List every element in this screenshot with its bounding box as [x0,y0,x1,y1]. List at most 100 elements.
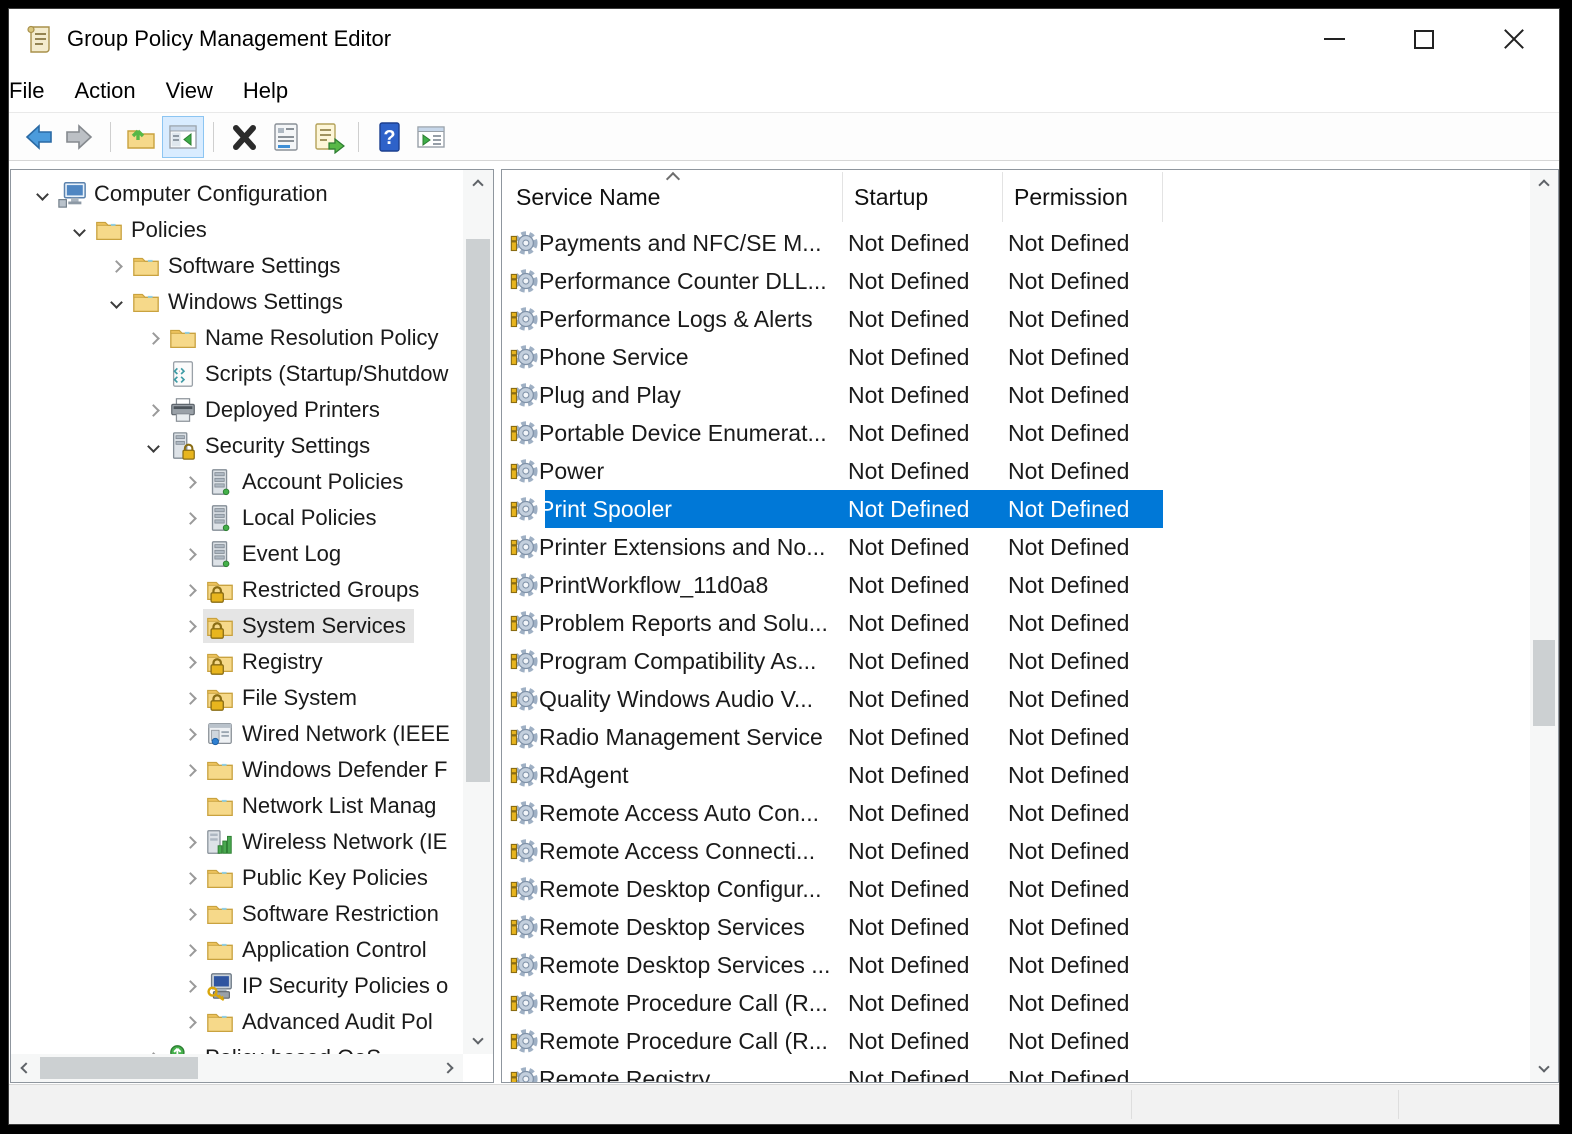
tree-item[interactable]: Computer Configuration [11,176,463,212]
tree-item[interactable]: System Services [11,608,463,644]
menu-item[interactable]: Action [74,78,135,104]
service-row[interactable]: Portable Device Enumerat... Not Defined … [502,414,1530,452]
show-console-tree-button[interactable] [162,115,204,158]
menu-item[interactable]: File [9,78,44,104]
tree-expander-icon[interactable] [140,439,166,453]
service-row[interactable]: Remote Desktop Configur... Not Defined N… [502,870,1530,908]
tree-item[interactable]: Windows Settings [11,284,463,320]
tree-expander-icon[interactable] [177,655,203,669]
column-divider[interactable] [842,172,843,222]
new-window-button[interactable] [410,116,452,158]
service-row[interactable]: Remote Procedure Call (R... Not Defined … [502,1022,1530,1060]
tree-vscroll-thumb[interactable] [466,239,490,782]
service-row[interactable]: Problem Reports and Solu... Not Defined … [502,604,1530,642]
back-button[interactable] [17,116,59,158]
tree-expander-icon[interactable] [177,835,203,849]
service-row[interactable]: Remote Access Connecti... Not Defined No… [502,832,1530,870]
tree-item[interactable]: Software Restriction [11,896,463,932]
tree-item[interactable]: Application Control [11,932,463,968]
minimize-button[interactable] [1289,9,1379,69]
tree-item[interactable]: Account Policies [11,464,463,500]
tree-expander-icon[interactable] [103,259,129,273]
export-list-button[interactable] [307,116,349,158]
tree-item[interactable]: Local Policies [11,500,463,536]
service-row[interactable]: Remote Desktop Services ... Not Defined … [502,946,1530,984]
tree-item[interactable]: Policy-based QoS [11,1040,463,1054]
service-row[interactable]: Plug and Play Not Defined Not Defined [502,376,1530,414]
service-row[interactable]: Remote Registry Not Defined Not Defined [502,1060,1530,1082]
tree-expander-icon[interactable] [177,907,203,921]
tree-expander-icon[interactable] [177,511,203,525]
tree-item[interactable]: Advanced Audit Pol [11,1004,463,1040]
tree-item[interactable]: Wireless Network (IE [11,824,463,860]
service-row[interactable]: Power Not Defined Not Defined [502,452,1530,490]
tree-item[interactable]: Registry [11,644,463,680]
tree-item[interactable]: Wired Network (IEEE [11,716,463,752]
service-row[interactable]: Quality Windows Audio V... Not Defined N… [502,680,1530,718]
delete-button[interactable] [223,116,265,158]
tree-item[interactable]: Name Resolution Policy [11,320,463,356]
service-row[interactable]: Performance Logs & Alerts Not Defined No… [502,300,1530,338]
tree-item[interactable]: Software Settings [11,248,463,284]
service-row[interactable]: Performance Counter DLL... Not Defined N… [502,262,1530,300]
tree-expander-icon[interactable] [177,871,203,885]
column-header-startup[interactable]: Startup [854,184,928,211]
list-vscroll-thumb[interactable] [1533,640,1555,726]
maximize-button[interactable] [1379,9,1469,69]
column-header-permission[interactable]: Permission [1014,184,1128,211]
tree-expander-icon[interactable] [140,403,166,417]
scroll-down-arrow[interactable] [1530,1056,1558,1082]
column-divider[interactable] [1002,172,1003,222]
tree-item[interactable]: Event Log [11,536,463,572]
tree-expander-icon[interactable] [140,331,166,345]
tree-item[interactable]: Network List Manag [11,788,463,824]
tree-expander-icon[interactable] [177,979,203,993]
service-row[interactable]: Printer Extensions and No... Not Defined… [502,528,1530,566]
menu-item[interactable]: Help [243,78,288,104]
tree-expander-icon[interactable] [177,943,203,957]
tree-expander-icon[interactable] [66,223,92,237]
title-bar[interactable]: Group Policy Management Editor [9,9,1559,69]
tree-item[interactable]: Windows Defender F [11,752,463,788]
service-row[interactable]: Program Compatibility As... Not Defined … [502,642,1530,680]
forward-button[interactable] [59,116,101,158]
tree-expander-icon[interactable] [177,475,203,489]
scroll-up-arrow[interactable] [1530,170,1558,196]
scroll-down-arrow[interactable] [463,1028,493,1054]
tree-expander-icon[interactable] [177,619,203,633]
help-button[interactable]: ? [368,116,410,158]
tree-hscroll-thumb[interactable] [40,1057,198,1079]
tree-item[interactable]: Policies [11,212,463,248]
column-divider[interactable] [1162,172,1163,222]
tree-item[interactable]: File System [11,680,463,716]
service-row[interactable]: RdAgent Not Defined Not Defined [502,756,1530,794]
list-vertical-scrollbar[interactable] [1530,170,1558,1082]
tree-expander-icon[interactable] [177,691,203,705]
tree-item[interactable]: Deployed Printers [11,392,463,428]
tree-expander-icon[interactable] [177,1015,203,1029]
service-row[interactable]: Phone Service Not Defined Not Defined [502,338,1530,376]
tree-expander-icon[interactable] [177,763,203,777]
service-row[interactable]: Payments and NFC/SE M... Not Defined Not… [502,224,1530,262]
tree-expander-icon[interactable] [103,295,129,309]
up-one-level-button[interactable] [120,116,162,158]
tree-horizontal-scrollbar[interactable] [11,1054,463,1082]
service-row[interactable]: Print Spooler Not Defined Not Defined [502,490,1530,528]
tree-vertical-scrollbar[interactable] [463,170,493,1054]
service-row[interactable]: Radio Management Service Not Defined Not… [502,718,1530,756]
tree-expander-icon[interactable] [177,583,203,597]
scroll-up-arrow[interactable] [463,170,493,196]
service-row[interactable]: Remote Access Auto Con... Not Defined No… [502,794,1530,832]
scroll-left-arrow[interactable] [11,1054,37,1082]
service-row[interactable]: Remote Desktop Services Not Defined Not … [502,908,1530,946]
tree-item[interactable]: Security Settings [11,428,463,464]
tree-item[interactable]: IP Security Policies o [11,968,463,1004]
tree-expander-icon[interactable] [29,187,55,201]
scroll-right-arrow[interactable] [437,1054,463,1082]
tree-item[interactable]: Restricted Groups [11,572,463,608]
tree-item[interactable]: Public Key Policies [11,860,463,896]
tree-item[interactable]: Scripts (Startup/Shutdow [11,356,463,392]
close-button[interactable] [1469,9,1559,69]
menu-item[interactable]: View [166,78,213,104]
tree-expander-icon[interactable] [177,547,203,561]
